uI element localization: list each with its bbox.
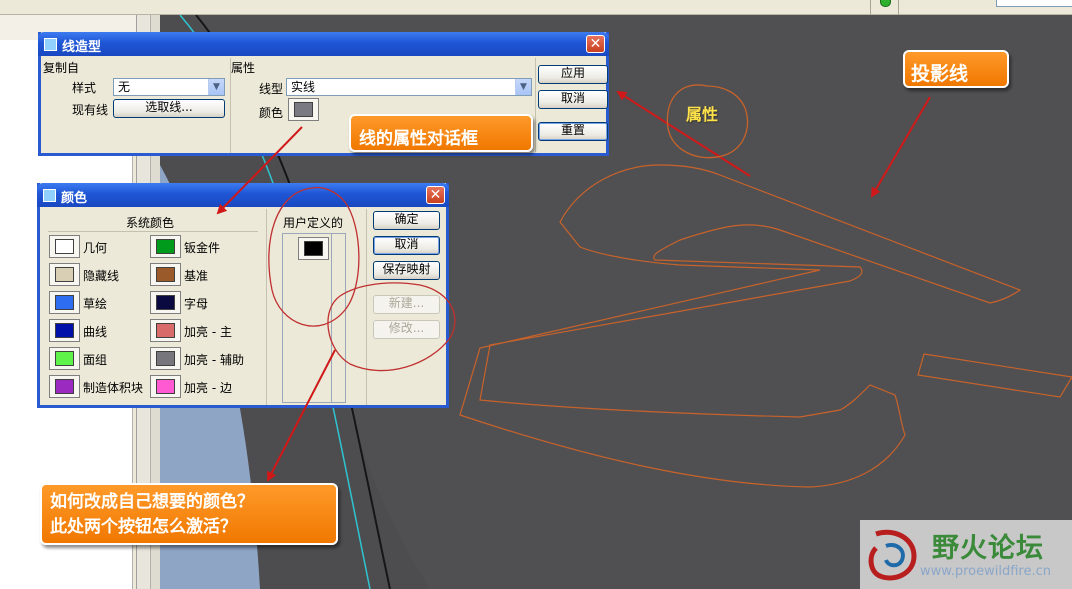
- buttons-circle: [327, 282, 456, 372]
- question-callout: 如何改成自己想要的颜色？ 此处两个按钮怎么激活？: [40, 483, 338, 545]
- properties-annotation: 属性: [686, 105, 719, 124]
- question-line-1: 如何改成自己想要的颜色？: [50, 492, 254, 512]
- watermark: 野火论坛 www.proewildfire.cn: [860, 520, 1072, 589]
- arrow-to-color-dialog: [216, 126, 303, 215]
- watermark-url: www.proewildfire.cn: [920, 564, 1051, 579]
- arrow-to-question: [267, 349, 336, 482]
- projection-line-callout: 投影线: [903, 50, 1009, 88]
- arrow-to-projection-line: [870, 96, 931, 198]
- dialog-callout: 线的属性对话框: [349, 114, 533, 152]
- watermark-logo: [868, 529, 917, 581]
- arrow-to-properties: [616, 90, 751, 177]
- question-line-2: 此处两个按钮怎么激活？: [50, 517, 237, 537]
- watermark-site-name: 野火论坛: [932, 533, 1044, 564]
- user-defined-circle: [268, 186, 360, 327]
